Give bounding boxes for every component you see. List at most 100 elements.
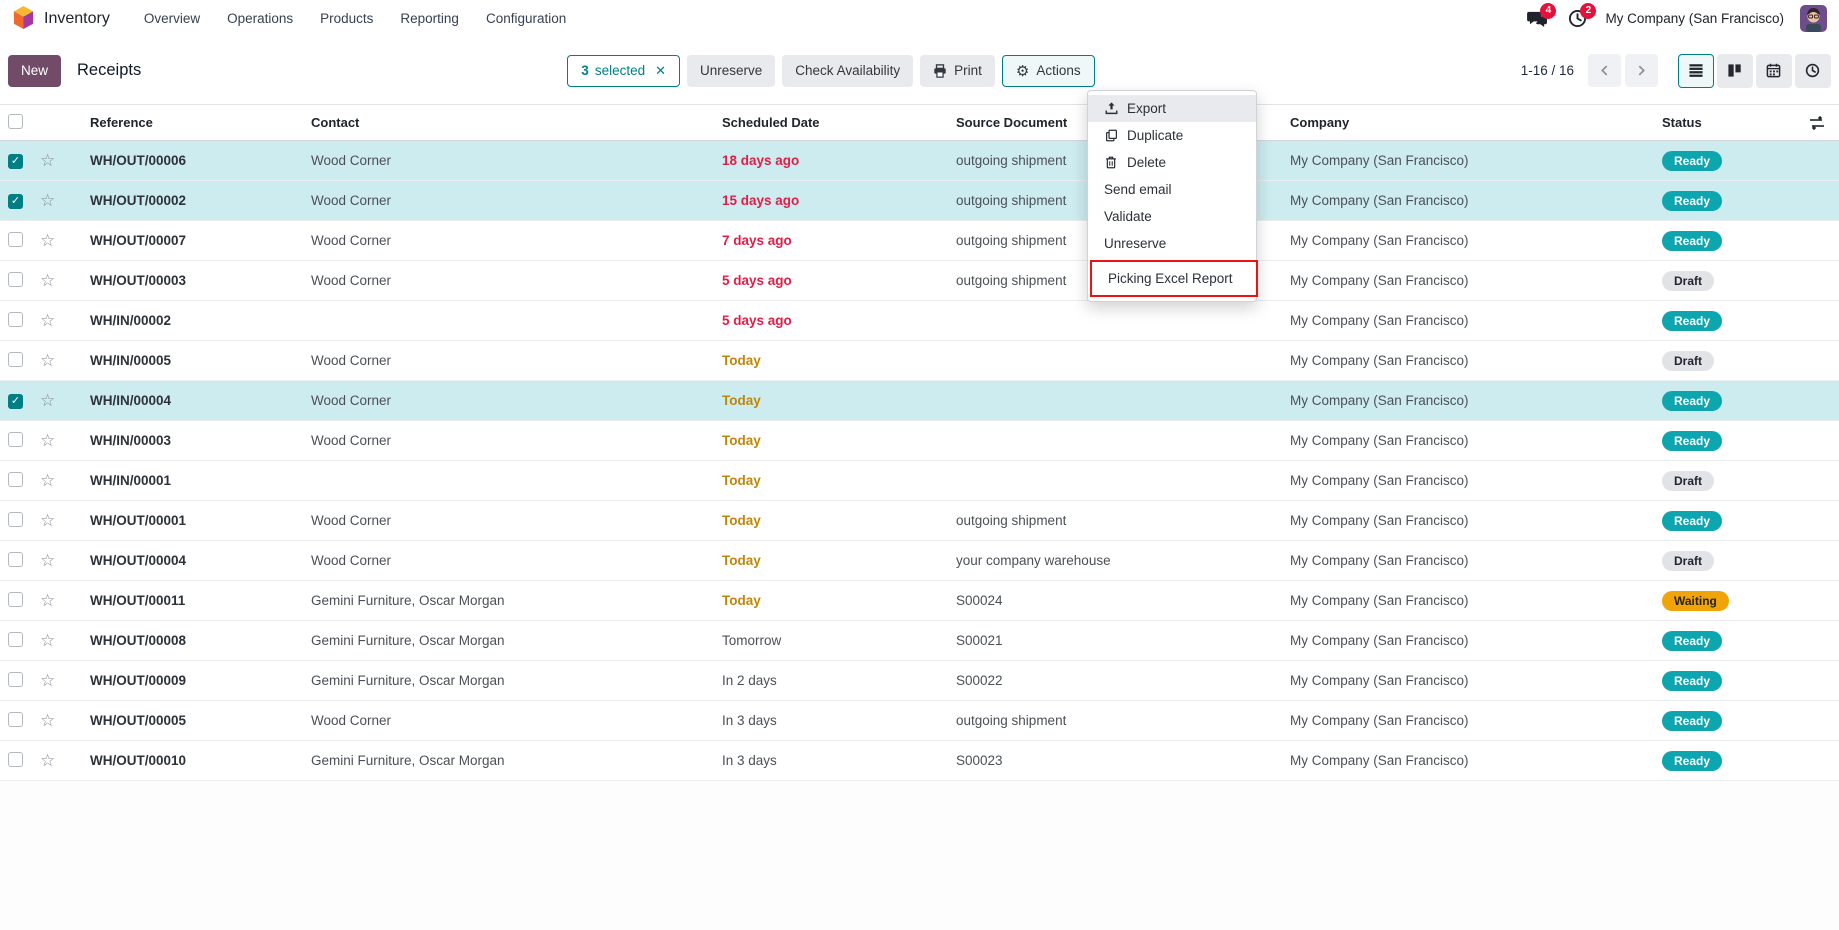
menu-item-duplicate[interactable]: Duplicate: [1088, 122, 1256, 149]
company-switcher[interactable]: My Company (San Francisco): [1605, 11, 1784, 26]
status-badge: Draft: [1662, 271, 1714, 291]
menu-products[interactable]: Products: [320, 11, 373, 26]
favorite-star-icon[interactable]: ☆: [40, 191, 55, 210]
print-button[interactable]: Print: [920, 55, 995, 87]
header-scheduled-date[interactable]: Scheduled Date: [722, 115, 956, 130]
row-checkbox[interactable]: [8, 672, 23, 687]
status-badge: Waiting: [1662, 591, 1729, 611]
menu-operations[interactable]: Operations: [227, 11, 293, 26]
menu-item-send-email[interactable]: Send email: [1088, 176, 1256, 203]
menu-overview[interactable]: Overview: [144, 11, 200, 26]
row-checkbox[interactable]: [8, 472, 23, 487]
optional-columns-button[interactable]: [1809, 115, 1825, 134]
actions-button[interactable]: ⚙ Actions: [1002, 55, 1095, 87]
row-checkbox[interactable]: [8, 552, 23, 567]
menu-item-picking-excel-report[interactable]: Picking Excel Report: [1092, 265, 1256, 292]
status-badge: Draft: [1662, 551, 1714, 571]
table-row[interactable]: ☆ WH/OUT/00001 Wood Corner Today outgoin…: [0, 501, 1839, 541]
app-name[interactable]: Inventory: [44, 10, 110, 28]
favorite-star-icon[interactable]: ☆: [40, 151, 55, 170]
table-row[interactable]: ✓ ☆ WH/OUT/00002 Wood Corner 15 days ago…: [0, 181, 1839, 221]
table-row[interactable]: ☆ WH/IN/00003 Wood Corner Today My Compa…: [0, 421, 1839, 461]
menu-item-delete[interactable]: Delete: [1088, 149, 1256, 176]
table-row[interactable]: ☆ WH/OUT/00010 Gemini Furniture, Oscar M…: [0, 741, 1839, 781]
row-checkbox[interactable]: [8, 752, 23, 767]
menu-item-export[interactable]: Export: [1088, 95, 1256, 122]
favorite-star-icon[interactable]: ☆: [40, 751, 55, 770]
unreserve-button[interactable]: Unreserve: [687, 55, 775, 87]
table-row[interactable]: ✓ ☆ WH/OUT/00006 Wood Corner 18 days ago…: [0, 141, 1839, 181]
table-row[interactable]: ☆ WH/OUT/00011 Gemini Furniture, Oscar M…: [0, 581, 1839, 621]
favorite-star-icon[interactable]: ☆: [40, 271, 55, 290]
favorite-star-icon[interactable]: ☆: [40, 231, 55, 250]
favorite-star-icon[interactable]: ☆: [40, 351, 55, 370]
calendar-view-button[interactable]: [1756, 54, 1792, 88]
row-checkbox[interactable]: [8, 312, 23, 327]
row-checkbox[interactable]: ✓: [8, 154, 23, 169]
menu-reporting[interactable]: Reporting: [400, 11, 459, 26]
table-row[interactable]: ☆ WH/OUT/00007 Wood Corner 7 days ago ou…: [0, 221, 1839, 261]
favorite-star-icon[interactable]: ☆: [40, 511, 55, 530]
favorite-star-icon[interactable]: ☆: [40, 431, 55, 450]
table-row[interactable]: ☆ WH/IN/00005 Wood Corner Today My Compa…: [0, 341, 1839, 381]
table-row[interactable]: ☆ WH/OUT/00008 Gemini Furniture, Oscar M…: [0, 621, 1839, 661]
kanban-view-button[interactable]: [1717, 54, 1753, 88]
row-checkbox[interactable]: [8, 592, 23, 607]
activity-view-button[interactable]: [1795, 54, 1831, 88]
table-row[interactable]: ☆ WH/IN/00002 5 days ago My Company (San…: [0, 301, 1839, 341]
favorite-star-icon[interactable]: ☆: [40, 311, 55, 330]
favorite-star-icon[interactable]: ☆: [40, 391, 55, 410]
favorite-star-icon[interactable]: ☆: [40, 551, 55, 570]
kanban-view-icon: [1727, 63, 1742, 78]
clear-selection-icon[interactable]: ✕: [655, 63, 666, 79]
row-contact: Wood Corner: [311, 513, 722, 528]
table-row[interactable]: ☆ WH/OUT/00003 Wood Corner 5 days ago ou…: [0, 261, 1839, 301]
row-source-document: outgoing shipment: [956, 713, 1290, 728]
check-availability-button[interactable]: Check Availability: [782, 55, 913, 87]
row-checkbox[interactable]: [8, 432, 23, 447]
favorite-star-icon[interactable]: ☆: [40, 711, 55, 730]
favorite-star-icon[interactable]: ☆: [40, 591, 55, 610]
row-checkbox[interactable]: [8, 712, 23, 727]
favorite-star-icon[interactable]: ☆: [40, 471, 55, 490]
select-all-checkbox[interactable]: [8, 114, 23, 129]
row-checkbox[interactable]: [8, 512, 23, 527]
row-checkbox[interactable]: [8, 272, 23, 287]
header-reference[interactable]: Reference: [90, 115, 311, 130]
row-checkbox[interactable]: [8, 232, 23, 247]
activities-button[interactable]: 2: [1565, 8, 1589, 30]
row-source-document: S00024: [956, 593, 1290, 608]
user-avatar[interactable]: [1800, 5, 1827, 32]
table-row[interactable]: ☆ WH/OUT/00009 Gemini Furniture, Oscar M…: [0, 661, 1839, 701]
row-company: My Company (San Francisco): [1290, 233, 1662, 248]
menu-configuration[interactable]: Configuration: [486, 11, 566, 26]
row-company: My Company (San Francisco): [1290, 673, 1662, 688]
row-contact: Gemini Furniture, Oscar Morgan: [311, 633, 722, 648]
table-row[interactable]: ☆ WH/OUT/00004 Wood Corner Today your co…: [0, 541, 1839, 581]
favorite-star-icon[interactable]: ☆: [40, 671, 55, 690]
row-checkbox[interactable]: ✓: [8, 394, 23, 409]
menu-item-validate[interactable]: Validate: [1088, 203, 1256, 230]
list-view-button[interactable]: [1678, 54, 1714, 88]
table-row[interactable]: ☆ WH/OUT/00005 Wood Corner In 3 days out…: [0, 701, 1839, 741]
row-checkbox[interactable]: [8, 352, 23, 367]
new-button[interactable]: New: [8, 55, 61, 87]
row-reference: WH/OUT/00007: [90, 233, 311, 248]
row-company: My Company (San Francisco): [1290, 513, 1662, 528]
menu-item-unreserve[interactable]: Unreserve: [1088, 230, 1256, 257]
table-row[interactable]: ✓ ☆ WH/IN/00004 Wood Corner Today My Com…: [0, 381, 1839, 421]
messages-button[interactable]: 4: [1525, 8, 1549, 30]
table-row[interactable]: ☆ WH/IN/00001 Today My Company (San Fran…: [0, 461, 1839, 501]
favorite-star-icon[interactable]: ☆: [40, 631, 55, 650]
selection-count-button[interactable]: 3 selected ✕: [567, 55, 680, 87]
header-company[interactable]: Company: [1290, 115, 1662, 130]
row-contact: Wood Corner: [311, 153, 722, 168]
header-contact[interactable]: Contact: [311, 115, 722, 130]
status-badge: Draft: [1662, 471, 1714, 491]
pager-previous-button[interactable]: [1588, 54, 1621, 87]
breadcrumb-title: Receipts: [77, 61, 141, 80]
row-checkbox[interactable]: ✓: [8, 194, 23, 209]
inventory-app-icon[interactable]: [12, 6, 35, 31]
row-checkbox[interactable]: [8, 632, 23, 647]
pager-next-button[interactable]: [1625, 54, 1658, 87]
